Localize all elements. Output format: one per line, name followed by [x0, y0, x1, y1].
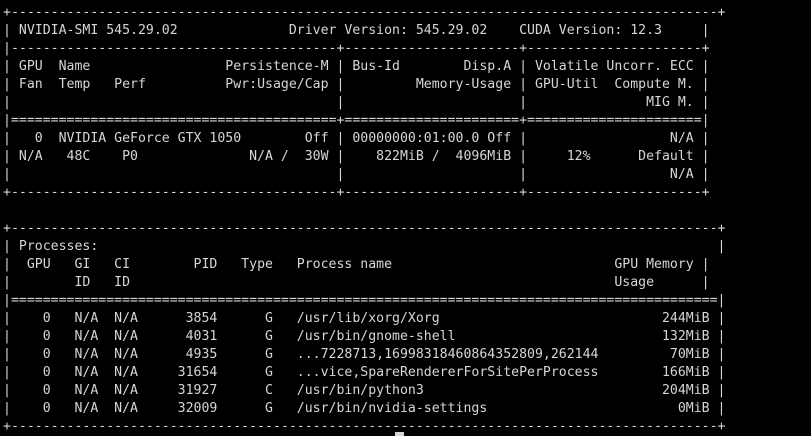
- gpu-row-line-1: | 0 NVIDIA GeForce GTX 1050 Off | 000000…: [3, 131, 710, 146]
- gpu-row-line-3: | | | N/A |: [3, 167, 710, 182]
- process-row: | 0 N/A N/A 4031 G /usr/bin/gnome-shell …: [3, 329, 726, 344]
- process-row: | 0 N/A N/A 31654 G ...vice,SpareRendere…: [3, 365, 726, 380]
- gpu-column-header-3: | | | MIG M. |: [3, 95, 710, 110]
- process-row: | 0 N/A N/A 3854 G /usr/lib/xorg/Xorg 24…: [3, 311, 726, 326]
- border-bottom-gpu-table: +---------------------------------------…: [3, 185, 710, 200]
- header-separator: |---------------------------------------…: [3, 41, 710, 56]
- process-column-header-1: | GPU GI CI PID Type Process name GPU Me…: [3, 257, 710, 272]
- process-row: | 0 N/A N/A 31927 C /usr/bin/python3 204…: [3, 383, 726, 398]
- process-row: | 0 N/A N/A 32009 G /usr/bin/nvidia-sett…: [3, 401, 726, 416]
- process-header-divider: |=======================================…: [3, 293, 726, 308]
- border-top-process-table: +---------------------------------------…: [3, 221, 726, 236]
- gpu-column-header-2: | Fan Temp Perf Pwr:Usage/Cap | Memory-U…: [3, 77, 710, 92]
- gpu-header-divider: |=======================================…: [3, 113, 710, 128]
- terminal-cursor: [395, 432, 404, 436]
- border-top-gpu-table: +---------------------------------------…: [3, 5, 726, 20]
- terminal-window[interactable]: +---------------------------------------…: [0, 0, 811, 436]
- processes-title: | Processes: |: [3, 239, 726, 254]
- gpu-row-line-2: | N/A 48C P0 N/A / 30W | 822MiB / 4096Mi…: [3, 149, 710, 164]
- border-bottom-process-table: +---------------------------------------…: [3, 419, 726, 434]
- process-column-header-2: | ID ID Usage |: [3, 275, 710, 290]
- gpu-column-header-1: | GPU Name Persistence-M | Bus-Id Disp.A…: [3, 59, 710, 74]
- process-row: | 0 N/A N/A 4935 G ...7228713,1699831846…: [3, 347, 726, 362]
- smi-version-header: | NVIDIA-SMI 545.29.02 Driver Version: 5…: [3, 23, 710, 38]
